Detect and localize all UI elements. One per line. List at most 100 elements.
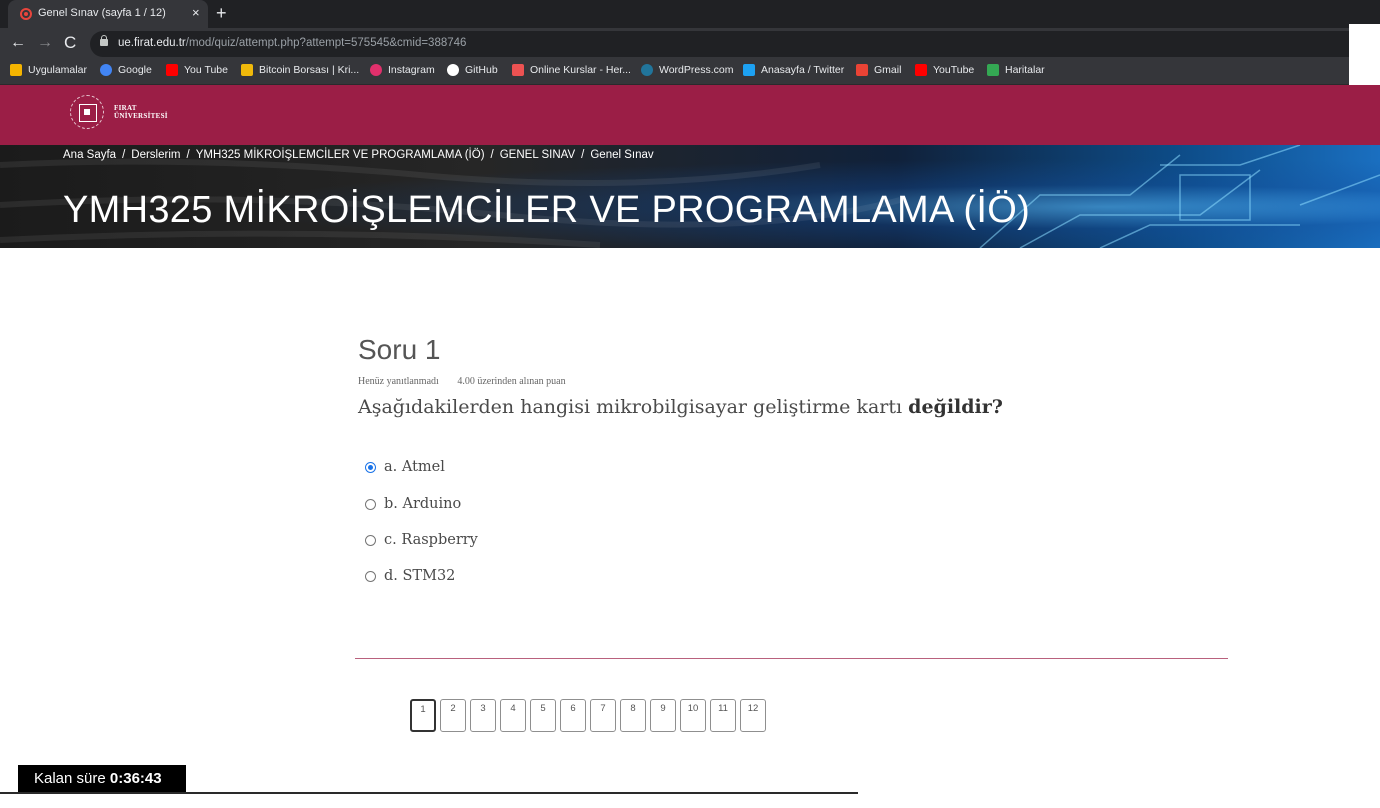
course-title: YMH325 MİKROİŞLEMCİLER VE PROGRAMLAMA (İ…	[63, 189, 1031, 231]
maps-icon	[987, 64, 999, 76]
bookmark-item[interactable]: Google	[100, 64, 152, 76]
bookmark-label: Gmail	[874, 64, 902, 76]
site-header: FIRAT ÜNİVERSİTESİ	[0, 85, 1380, 145]
bookmark-label: You Tube	[184, 64, 228, 76]
url-text[interactable]: ue.firat.edu.tr/mod/quiz/attempt.php?att…	[118, 37, 466, 49]
breadcrumb-separator: /	[122, 149, 126, 161]
answer-radio[interactable]	[365, 461, 376, 473]
answer-radio[interactable]	[365, 534, 376, 546]
quiz-nav-button[interactable]: 10	[680, 699, 706, 732]
quiz-nav-button[interactable]: 7	[590, 699, 616, 732]
bookmark-label: WordPress.com	[659, 64, 734, 76]
answer-label[interactable]: d. STM32	[384, 568, 455, 584]
site-favicon-icon	[20, 8, 32, 20]
question-title: Soru 1	[358, 334, 441, 365]
bookmark-item[interactable]: Instagram	[370, 64, 435, 76]
quiz-nav-button[interactable]: 5	[530, 699, 556, 732]
bookmarks-bar: Uygulamalar Google You Tube Bitcoin Borsası…	[0, 59, 1380, 85]
youtube-icon	[915, 64, 927, 76]
content-divider	[355, 658, 1228, 659]
breadcrumb-separator: /	[581, 149, 585, 161]
university-seal-icon[interactable]	[70, 95, 104, 129]
quiz-nav-button[interactable]: 3	[470, 699, 496, 732]
question-text: Aşağıdakilerden hangisi mikrobilgisayar …	[358, 396, 1003, 418]
bookmark-label: Uygulamalar	[28, 64, 87, 76]
bookmark-label: Instagram	[388, 64, 435, 76]
udemy-icon	[512, 64, 524, 76]
quiz-nav-button[interactable]: 2	[440, 699, 466, 732]
bookmark-item[interactable]: Gmail	[856, 64, 901, 76]
browser-tabstrip: Genel Sınav (sayfa 1 / 12) × +	[0, 0, 1380, 28]
youtube-icon	[166, 64, 178, 76]
bookmark-item[interactable]: Bitcoin Borsası | Kri...	[241, 64, 359, 76]
course-banner: Ana Sayfa / Derslerim / YMH325 MİKROİŞLEMCİL…	[0, 145, 1380, 248]
bookmark-label: Anasayfa / Twitter	[761, 64, 845, 76]
apps-grid-icon	[10, 64, 22, 76]
bookmark-item[interactable]: Haritalar	[987, 64, 1045, 76]
github-icon	[447, 64, 459, 76]
breadcrumb-link[interactable]: GENEL SINAV	[500, 149, 575, 161]
answer-option[interactable]: a. Atmel	[365, 459, 445, 475]
answer-option[interactable]: d. STM32	[365, 568, 455, 584]
breadcrumb-separator: /	[186, 149, 190, 161]
answer-option[interactable]: c. Raspberry	[365, 532, 478, 548]
answer-label[interactable]: c. Raspberry	[384, 532, 478, 548]
gmail-icon	[856, 64, 868, 76]
bookmark-item[interactable]: Online Kurslar - Her...	[512, 64, 631, 76]
google-icon	[100, 64, 112, 76]
countdown-timer: Kalan süre 0:36:43	[18, 765, 186, 793]
breadcrumb-link[interactable]: Derslerim	[131, 149, 180, 161]
browser-toolbar: ← → C ue.firat.edu.tr/mod/quiz/attempt.p…	[0, 28, 1380, 59]
tab-title: Genel Sınav (sayfa 1 / 12)	[38, 7, 166, 19]
browser-tab-active[interactable]: Genel Sınav (sayfa 1 / 12) ×	[8, 0, 208, 28]
breadcrumb-link[interactable]: YMH325 MİKROİŞLEMCİLER VE PROGRAMLAMA (İ…	[196, 149, 485, 161]
answer-label[interactable]: b. Arduino	[384, 496, 461, 512]
breadcrumb-link[interactable]: Genel Sınav	[590, 149, 653, 161]
close-tab-icon[interactable]: ×	[192, 5, 200, 21]
address-bar[interactable]: ue.firat.edu.tr/mod/quiz/attempt.php?att…	[90, 31, 1380, 57]
back-arrow-icon[interactable]: ←	[10, 33, 26, 53]
answer-option[interactable]: b. Arduino	[365, 496, 461, 512]
timer-label: Kalan süre	[34, 770, 106, 787]
timer-value: 0:36:43	[109, 770, 162, 787]
answer-radio[interactable]	[365, 570, 376, 582]
bookmark-label: Google	[118, 64, 152, 76]
instagram-icon	[370, 64, 382, 76]
quiz-nav-button[interactable]: 1	[410, 699, 436, 732]
binance-icon	[241, 64, 253, 76]
quiz-nav-button[interactable]: 6	[560, 699, 586, 732]
quiz-nav-button[interactable]: 8	[620, 699, 646, 732]
university-logo-text[interactable]: FIRAT ÜNİVERSİTESİ	[114, 104, 168, 120]
bookmark-label: Haritalar	[1005, 64, 1045, 76]
bookmark-label: Online Kurslar - Her...	[530, 64, 631, 76]
quiz-nav-button[interactable]: 12	[740, 699, 766, 732]
breadcrumb: Ana Sayfa / Derslerim / YMH325 MİKROİŞLEMCİL…	[63, 149, 654, 161]
question-info: Henüz yanıtlanmadı 4.00 üzerinden alınan…	[358, 376, 566, 387]
reload-icon[interactable]: C	[64, 33, 76, 53]
answer-radio[interactable]	[365, 498, 376, 510]
question-points: 4.00 üzerinden alınan puan	[457, 376, 566, 387]
wordpress-icon	[641, 64, 653, 76]
bookmark-item[interactable]: Anasayfa / Twitter	[743, 64, 844, 76]
bookmark-label: GitHub	[465, 64, 498, 76]
bookmark-label: YouTube	[933, 64, 975, 76]
quiz-nav-button[interactable]: 11	[710, 699, 736, 732]
new-tab-button[interactable]: +	[216, 3, 227, 23]
bookmark-item[interactable]: WordPress.com	[641, 64, 734, 76]
quiz-navigation: 1 2 3 4 5 6 7 8 9 10 11 12	[410, 699, 770, 732]
forward-arrow-icon[interactable]: →	[37, 33, 53, 53]
bookmark-item[interactable]: GitHub	[447, 64, 498, 76]
twitter-icon	[743, 64, 755, 76]
quiz-nav-button[interactable]: 4	[500, 699, 526, 732]
bookmark-item[interactable]: You Tube	[166, 64, 228, 76]
breadcrumb-link[interactable]: Ana Sayfa	[63, 149, 116, 161]
quiz-nav-button[interactable]: 9	[650, 699, 676, 732]
bottom-rule	[0, 792, 858, 794]
question-status: Henüz yanıtlanmadı	[358, 376, 439, 387]
lock-icon[interactable]	[100, 35, 108, 46]
bookmark-item[interactable]: Uygulamalar	[10, 64, 87, 76]
bookmark-item[interactable]: YouTube	[915, 64, 974, 76]
bookmark-label: Bitcoin Borsası | Kri...	[259, 64, 360, 76]
answer-label[interactable]: a. Atmel	[384, 459, 445, 475]
breadcrumb-separator: /	[490, 149, 494, 161]
